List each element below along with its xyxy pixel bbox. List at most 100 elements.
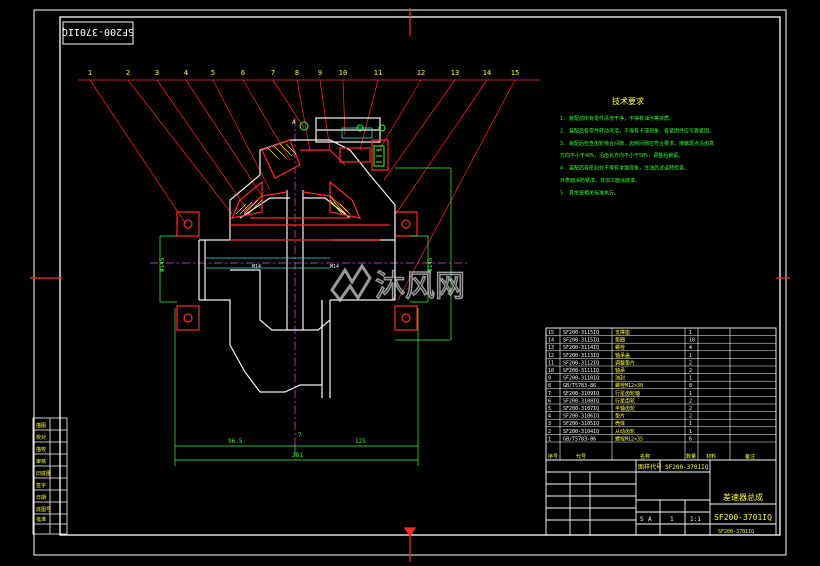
svg-text:描图: 描图 [36, 422, 46, 429]
title-drawing-no-label: 图样代号 [638, 463, 662, 471]
notes-line: 2. 装配后各零件转动灵活，不得有卡滞现象，各紧固件应可靠紧固。 [560, 127, 714, 134]
parts-row-cell: 轴承 [615, 367, 625, 374]
parts-row-cell: SF200-3111IQ [563, 368, 599, 374]
notes-line: 方向不小于40%，沿齿长方向不小于50%，调整后锁紧。 [560, 152, 683, 159]
balloon-number: 13 [451, 69, 459, 77]
parts-row-cell: 1 [689, 391, 692, 397]
balloon-number: 1 [88, 69, 92, 77]
svg-text:描校: 描校 [36, 446, 46, 453]
parts-row-cell: 2 [689, 398, 692, 404]
svg-text:批准: 批准 [36, 516, 46, 523]
balloon-number: 12 [417, 69, 425, 77]
parts-row-cell: SF200-3114IQ [563, 345, 599, 351]
notes-line: 1. 装配前所有零件清洗干净，不得有油污等杂质。 [560, 115, 674, 122]
parts-row-cell: 油封 [615, 375, 625, 382]
svg-text:校对: 校对 [36, 434, 46, 441]
parts-row-cell: 6 [689, 436, 692, 442]
svg-text:审核: 审核 [36, 458, 46, 465]
dim-left-width: 96.5 [228, 438, 243, 445]
dim-right-width: 125 [355, 438, 366, 445]
parts-header-no: 序号 [548, 453, 558, 460]
parts-row-cell: SF200-3105IQ [563, 421, 599, 427]
datum-label-a: A [292, 119, 296, 126]
title-code: SF200-3701IQ [714, 513, 772, 522]
svg-text:签字: 签字 [36, 482, 46, 489]
parts-row-cell: 2 [548, 429, 551, 435]
code-box-text: SF200-3701IQ [62, 26, 134, 37]
parts-row-cell: 11 [548, 360, 554, 366]
parts-row-cell: 13 [548, 345, 554, 351]
parts-row-cell: 行星齿轮轴 [615, 390, 640, 397]
balloon-number: 5 [211, 69, 215, 77]
parts-row-cell: 7 [548, 391, 551, 397]
parts-row-cell: 螺栓M12×30 [615, 382, 643, 389]
notes-line: 3. 装配后检查齿轮啮合间隙，齿侧间隙应符合要求，接触斑点沿齿高 [560, 140, 714, 147]
balloon-number: 7 [271, 69, 275, 77]
parts-row-cell: 从动齿轮 [615, 428, 635, 435]
parts-row-cell: SF200-3115IQ [563, 330, 599, 336]
dim-overall: 281 [292, 452, 303, 459]
notes-title: 技术要求 [612, 96, 644, 106]
parts-row-cell: 垫片 [615, 413, 625, 420]
watermark-text: 沐风网 [375, 269, 465, 304]
parts-row-cell: 15 [548, 330, 554, 336]
parts-row-cell: SF200-3107IQ [563, 406, 599, 412]
balloon-number: 11 [374, 69, 382, 77]
parts-row-cell: 10 [548, 368, 554, 374]
notes-line: 4. 装配后各密封处不得有渗漏现象，注油后试运转检查。 [560, 165, 689, 172]
parts-row-cell: GB/T5783-86 [563, 383, 596, 389]
parts-row-cell: SF200-3106IQ [563, 414, 599, 420]
parts-row-cell: 2 [689, 368, 692, 374]
parts-row-cell: 2 [689, 360, 692, 366]
svg-text:旧底图: 旧底图 [36, 470, 51, 477]
parts-row-cell: 8 [689, 383, 692, 389]
parts-row-cell: 轴承盖 [615, 352, 630, 359]
parts-row-cell: 调整垫片 [615, 359, 635, 366]
parts-row-cell: SF200-3115IQ [563, 338, 599, 344]
balloon-number: 9 [318, 69, 322, 77]
balloon-number: 6 [241, 69, 245, 77]
parts-row-cell: GB/T5783-86 [563, 436, 596, 442]
parts-row-cell: 1 [689, 353, 692, 359]
svg-text:日期: 日期 [36, 495, 46, 501]
parts-header-remark: 备注 [745, 453, 755, 460]
balloon-number: 14 [483, 69, 491, 77]
dim-left-dia: Φ145 [159, 257, 166, 272]
parts-header-code: 代号 [576, 453, 586, 460]
parts-row-cell: 4 [548, 414, 551, 420]
notes-line: 外表面涂防锈漆，非加工面涂底漆。 [560, 177, 640, 184]
title-stage: S [640, 516, 644, 523]
parts-row-cell: 1 [689, 429, 692, 435]
balloon-number: 4 [184, 69, 188, 77]
parts-row-cell: 6 [548, 398, 551, 404]
balloon-number: 2 [126, 69, 130, 77]
title-qty: 1 [670, 516, 674, 523]
parts-row-cell: 9 [548, 376, 551, 382]
balloon-number: 3 [155, 69, 159, 77]
parts-row-cell: SF200-3110IQ [563, 376, 599, 382]
title-scale: 1:1 [690, 516, 701, 523]
parts-row-cell: 1 [548, 436, 551, 442]
svg-text:M14: M14 [252, 264, 261, 270]
parts-header-name: 名称 [640, 453, 650, 460]
title-drawing-no: SF200-3701IQ [665, 464, 709, 471]
parts-row-cell: SF200-3113IQ [563, 353, 599, 359]
parts-row-cell: SF200-3112IQ [563, 360, 599, 366]
parts-row-cell: 12 [548, 353, 554, 359]
parts-row-cell: 5 [548, 406, 551, 412]
parts-row-cell: 螺栓 [615, 344, 625, 351]
title-grade: A [648, 516, 652, 523]
parts-row-cell: 2 [689, 414, 692, 420]
balloon-number: 8 [295, 69, 299, 77]
parts-row-cell: 1 [689, 330, 692, 336]
parts-row-cell: 1 [689, 421, 692, 427]
parts-row-cell: 螺栓M12×35 [615, 435, 643, 442]
parts-row-cell: 支撑座 [615, 329, 630, 336]
parts-row-cell: 行星齿轮 [615, 397, 635, 404]
parts-row-cell: 10 [689, 338, 695, 344]
parts-row-cell: 3 [548, 421, 551, 427]
parts-header-qty: 数量 [686, 453, 696, 460]
parts-row-cell: 壳体 [615, 420, 625, 427]
dim-center-mark: 7 [298, 432, 302, 439]
parts-row-cell: 1 [689, 376, 692, 382]
